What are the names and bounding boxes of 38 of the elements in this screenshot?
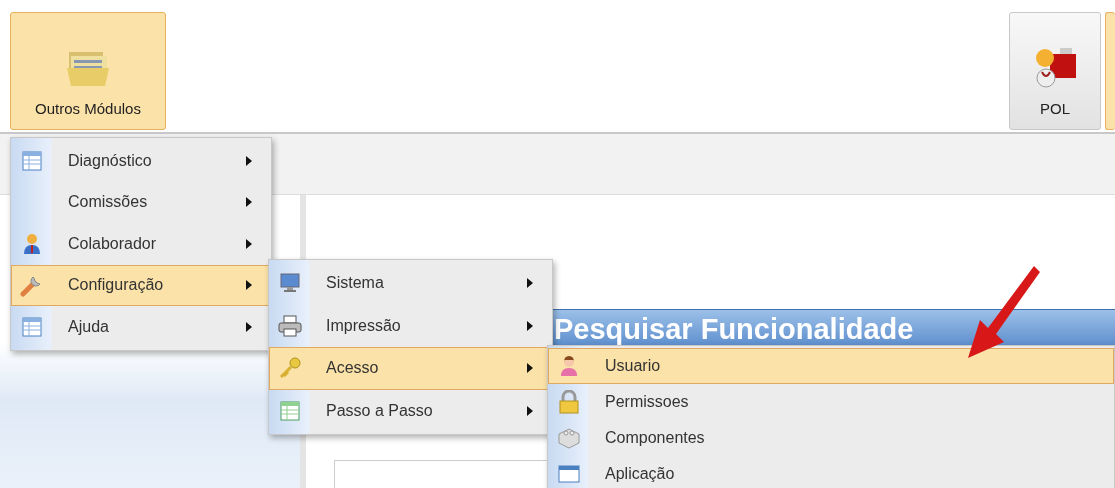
person-icon	[22, 232, 42, 255]
menu-item-label: Diagnóstico	[67, 151, 153, 170]
table-icon	[22, 150, 42, 171]
toolbar-button[interactable]: POL	[1009, 12, 1101, 130]
blocks-icon	[557, 427, 581, 449]
menu-item-label: Aplicação	[604, 465, 676, 483]
menu-item[interactable]: Impressão	[269, 304, 552, 347]
menu-item-label: Colaborador	[67, 234, 158, 253]
menu-item[interactable]: Diagnóstico	[11, 140, 271, 182]
menu-item-label: Usuario	[604, 357, 662, 375]
menu-item[interactable]: Usuario	[548, 348, 1114, 384]
key-icon	[278, 356, 302, 381]
menu-item-label: Ajuda	[67, 317, 110, 336]
menu-item[interactable]: Comissões	[11, 181, 271, 223]
menu-item[interactable]: Ajuda	[11, 306, 271, 348]
menu-item-label: Impressão	[325, 316, 402, 335]
padlock-icon	[558, 390, 580, 414]
toolbar-button[interactable]	[1105, 12, 1115, 130]
menu-item-label: Componentes	[604, 429, 706, 447]
menu-item-label: Comissões	[67, 193, 149, 212]
printer-icon	[278, 314, 302, 337]
dialog-title: Pesquisar Funcionalidade	[554, 312, 914, 346]
menu-item-label: Permissoes	[604, 393, 690, 411]
menu-item[interactable]: Componentes	[548, 420, 1114, 456]
menu-item[interactable]: Configuração	[11, 264, 271, 306]
menu-item[interactable]: Sistema	[269, 262, 552, 305]
user-icon	[559, 355, 579, 377]
monitor-icon	[279, 272, 301, 295]
menu-item[interactable]: Aplicação	[548, 456, 1114, 488]
menu-item-label: Configuração	[67, 276, 165, 295]
menu-item[interactable]: Colaborador	[11, 223, 271, 265]
window-icon	[558, 465, 580, 483]
menu-item-label: Acesso	[325, 359, 380, 378]
table-icon	[22, 316, 42, 337]
menu-item-label: Passo a Passo	[325, 401, 434, 420]
menu-item-label: Sistema	[325, 274, 385, 293]
toolbar-button[interactable]: Outros Módulos	[10, 12, 166, 130]
table-icon	[280, 400, 300, 421]
